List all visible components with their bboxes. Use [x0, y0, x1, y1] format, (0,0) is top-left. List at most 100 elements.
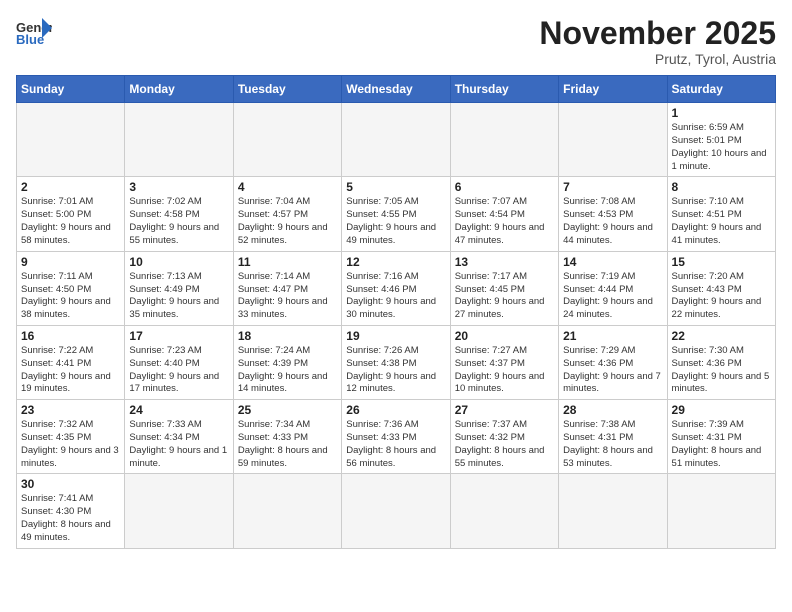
day-number: 18	[238, 329, 337, 343]
day-info: Sunrise: 7:23 AM Sunset: 4:40 PM Dayligh…	[129, 345, 228, 396]
col-header-friday: Friday	[559, 76, 667, 103]
day-number: 10	[129, 255, 228, 269]
calendar-cell: 14 Sunrise: 7:19 AM Sunset: 4:44 PM Dayli…	[559, 251, 667, 325]
calendar-cell	[559, 474, 667, 548]
day-info: Sunrise: 6:59 AM Sunset: 5:01 PM Dayligh…	[672, 122, 771, 173]
day-number: 14	[563, 255, 662, 269]
calendar-cell: 29Sunrise: 7:39 AM Sunset: 4:31 PM Dayli…	[667, 400, 775, 474]
calendar-cell: 8Sunrise: 7:10 AM Sunset: 4:51 PM Daylig…	[667, 177, 775, 251]
calendar-cell: 1 Sunrise: 6:59 AM Sunset: 5:01 PM Daylig…	[667, 103, 775, 177]
day-number: 26	[346, 403, 445, 417]
month-title: November 2025	[539, 16, 776, 51]
calendar-cell: 11Sunrise: 7:14 AM Sunset: 4:47 PM Dayli…	[233, 251, 341, 325]
day-number: 21	[563, 329, 662, 343]
day-info: Sunrise: 7:20 AM Sunset: 4:43 PM Dayligh…	[672, 271, 771, 322]
day-info: Sunrise: 7:10 AM Sunset: 4:51 PM Dayligh…	[672, 196, 771, 247]
day-info: Sunrise: 7:01 AM Sunset: 5:00 PM Dayligh…	[21, 196, 120, 247]
calendar-cell	[125, 103, 233, 177]
day-info: Sunrise: 7:34 AM Sunset: 4:33 PM Dayligh…	[238, 419, 337, 470]
col-header-saturday: Saturday	[667, 76, 775, 103]
calendar-cell	[233, 474, 341, 548]
calendar-cell: 15 Sunrise: 7:20 AM Sunset: 4:43 PM Dayli…	[667, 251, 775, 325]
location-subtitle: Prutz, Tyrol, Austria	[539, 51, 776, 67]
col-header-wednesday: Wednesday	[342, 76, 450, 103]
calendar-cell: 23Sunrise: 7:32 AM Sunset: 4:35 PM Dayli…	[17, 400, 125, 474]
day-number: 20	[455, 329, 554, 343]
calendar-cell: 13Sunrise: 7:17 AM Sunset: 4:45 PM Dayli…	[450, 251, 558, 325]
day-info: Sunrise: 7:26 AM Sunset: 4:38 PM Dayligh…	[346, 345, 445, 396]
day-number: 3	[129, 180, 228, 194]
day-info: Sunrise: 7:22 AM Sunset: 4:41 PM Dayligh…	[21, 345, 120, 396]
day-info: Sunrise: 7:27 AM Sunset: 4:37 PM Dayligh…	[455, 345, 554, 396]
day-number: 30	[21, 477, 120, 491]
calendar-cell: 30 Sunrise: 7:41 AM Sunset: 4:30 PM Dayli…	[17, 474, 125, 548]
day-info: Sunrise: 7:11 AM Sunset: 4:50 PM Dayligh…	[21, 271, 120, 322]
logo-icon: General Blue	[16, 16, 52, 46]
day-number: 2	[21, 180, 120, 194]
calendar-header-row: SundayMondayTuesdayWednesdayThursdayFrid…	[17, 76, 776, 103]
day-number: 7	[563, 180, 662, 194]
day-info: Sunrise: 7:32 AM Sunset: 4:35 PM Dayligh…	[21, 419, 120, 470]
logo: General Blue	[16, 16, 52, 46]
calendar-table: SundayMondayTuesdayWednesdayThursdayFrid…	[16, 75, 776, 549]
calendar-cell	[233, 103, 341, 177]
day-number: 25	[238, 403, 337, 417]
day-number: 15	[672, 255, 771, 269]
day-info: Sunrise: 7:33 AM Sunset: 4:34 PM Dayligh…	[129, 419, 228, 470]
calendar-cell	[559, 103, 667, 177]
day-number: 29	[672, 403, 771, 417]
day-info: Sunrise: 7:05 AM Sunset: 4:55 PM Dayligh…	[346, 196, 445, 247]
calendar-week-2: 9 Sunrise: 7:11 AM Sunset: 4:50 PM Daylig…	[17, 251, 776, 325]
day-number: 9	[21, 255, 120, 269]
day-number: 4	[238, 180, 337, 194]
day-info: Sunrise: 7:14 AM Sunset: 4:47 PM Dayligh…	[238, 271, 337, 322]
calendar-cell	[667, 474, 775, 548]
calendar-cell	[342, 474, 450, 548]
calendar-cell	[125, 474, 233, 548]
col-header-tuesday: Tuesday	[233, 76, 341, 103]
day-info: Sunrise: 7:24 AM Sunset: 4:39 PM Dayligh…	[238, 345, 337, 396]
calendar-cell: 21Sunrise: 7:29 AM Sunset: 4:36 PM Dayli…	[559, 325, 667, 399]
calendar-cell: 28 Sunrise: 7:38 AM Sunset: 4:31 PM Dayli…	[559, 400, 667, 474]
day-info: Sunrise: 7:38 AM Sunset: 4:31 PM Dayligh…	[563, 419, 662, 470]
calendar-week-1: 2 Sunrise: 7:01 AM Sunset: 5:00 PM Daylig…	[17, 177, 776, 251]
day-number: 6	[455, 180, 554, 194]
calendar-week-3: 16 Sunrise: 7:22 AM Sunset: 4:41 PM Dayli…	[17, 325, 776, 399]
col-header-thursday: Thursday	[450, 76, 558, 103]
day-info: Sunrise: 7:41 AM Sunset: 4:30 PM Dayligh…	[21, 493, 120, 544]
calendar-cell: 24Sunrise: 7:33 AM Sunset: 4:34 PM Dayli…	[125, 400, 233, 474]
day-number: 13	[455, 255, 554, 269]
calendar-cell: 18 Sunrise: 7:24 AM Sunset: 4:39 PM Dayli…	[233, 325, 341, 399]
calendar-week-5: 30 Sunrise: 7:41 AM Sunset: 4:30 PM Dayli…	[17, 474, 776, 548]
calendar-cell: 16 Sunrise: 7:22 AM Sunset: 4:41 PM Dayli…	[17, 325, 125, 399]
day-number: 5	[346, 180, 445, 194]
calendar-cell: 19Sunrise: 7:26 AM Sunset: 4:38 PM Dayli…	[342, 325, 450, 399]
calendar-cell: 10Sunrise: 7:13 AM Sunset: 4:49 PM Dayli…	[125, 251, 233, 325]
day-number: 28	[563, 403, 662, 417]
day-number: 12	[346, 255, 445, 269]
calendar-cell: 6 Sunrise: 7:07 AM Sunset: 4:54 PM Daylig…	[450, 177, 558, 251]
day-info: Sunrise: 7:07 AM Sunset: 4:54 PM Dayligh…	[455, 196, 554, 247]
calendar-week-4: 23Sunrise: 7:32 AM Sunset: 4:35 PM Dayli…	[17, 400, 776, 474]
calendar-cell: 7Sunrise: 7:08 AM Sunset: 4:53 PM Daylig…	[559, 177, 667, 251]
day-info: Sunrise: 7:19 AM Sunset: 4:44 PM Dayligh…	[563, 271, 662, 322]
day-number: 1	[672, 106, 771, 120]
col-header-sunday: Sunday	[17, 76, 125, 103]
title-block: November 2025 Prutz, Tyrol, Austria	[539, 16, 776, 67]
day-info: Sunrise: 7:37 AM Sunset: 4:32 PM Dayligh…	[455, 419, 554, 470]
svg-text:Blue: Blue	[16, 32, 44, 46]
day-number: 22	[672, 329, 771, 343]
calendar-cell	[450, 474, 558, 548]
day-info: Sunrise: 7:04 AM Sunset: 4:57 PM Dayligh…	[238, 196, 337, 247]
calendar-cell: 25 Sunrise: 7:34 AM Sunset: 4:33 PM Dayli…	[233, 400, 341, 474]
day-info: Sunrise: 7:02 AM Sunset: 4:58 PM Dayligh…	[129, 196, 228, 247]
day-number: 17	[129, 329, 228, 343]
page-header: General Blue November 2025 Prutz, Tyrol,…	[16, 16, 776, 67]
calendar-cell	[17, 103, 125, 177]
day-number: 16	[21, 329, 120, 343]
col-header-monday: Monday	[125, 76, 233, 103]
calendar-cell: 3 Sunrise: 7:02 AM Sunset: 4:58 PM Daylig…	[125, 177, 233, 251]
calendar-cell: 20 Sunrise: 7:27 AM Sunset: 4:37 PM Dayli…	[450, 325, 558, 399]
calendar-cell: 9 Sunrise: 7:11 AM Sunset: 4:50 PM Daylig…	[17, 251, 125, 325]
day-info: Sunrise: 7:36 AM Sunset: 4:33 PM Dayligh…	[346, 419, 445, 470]
